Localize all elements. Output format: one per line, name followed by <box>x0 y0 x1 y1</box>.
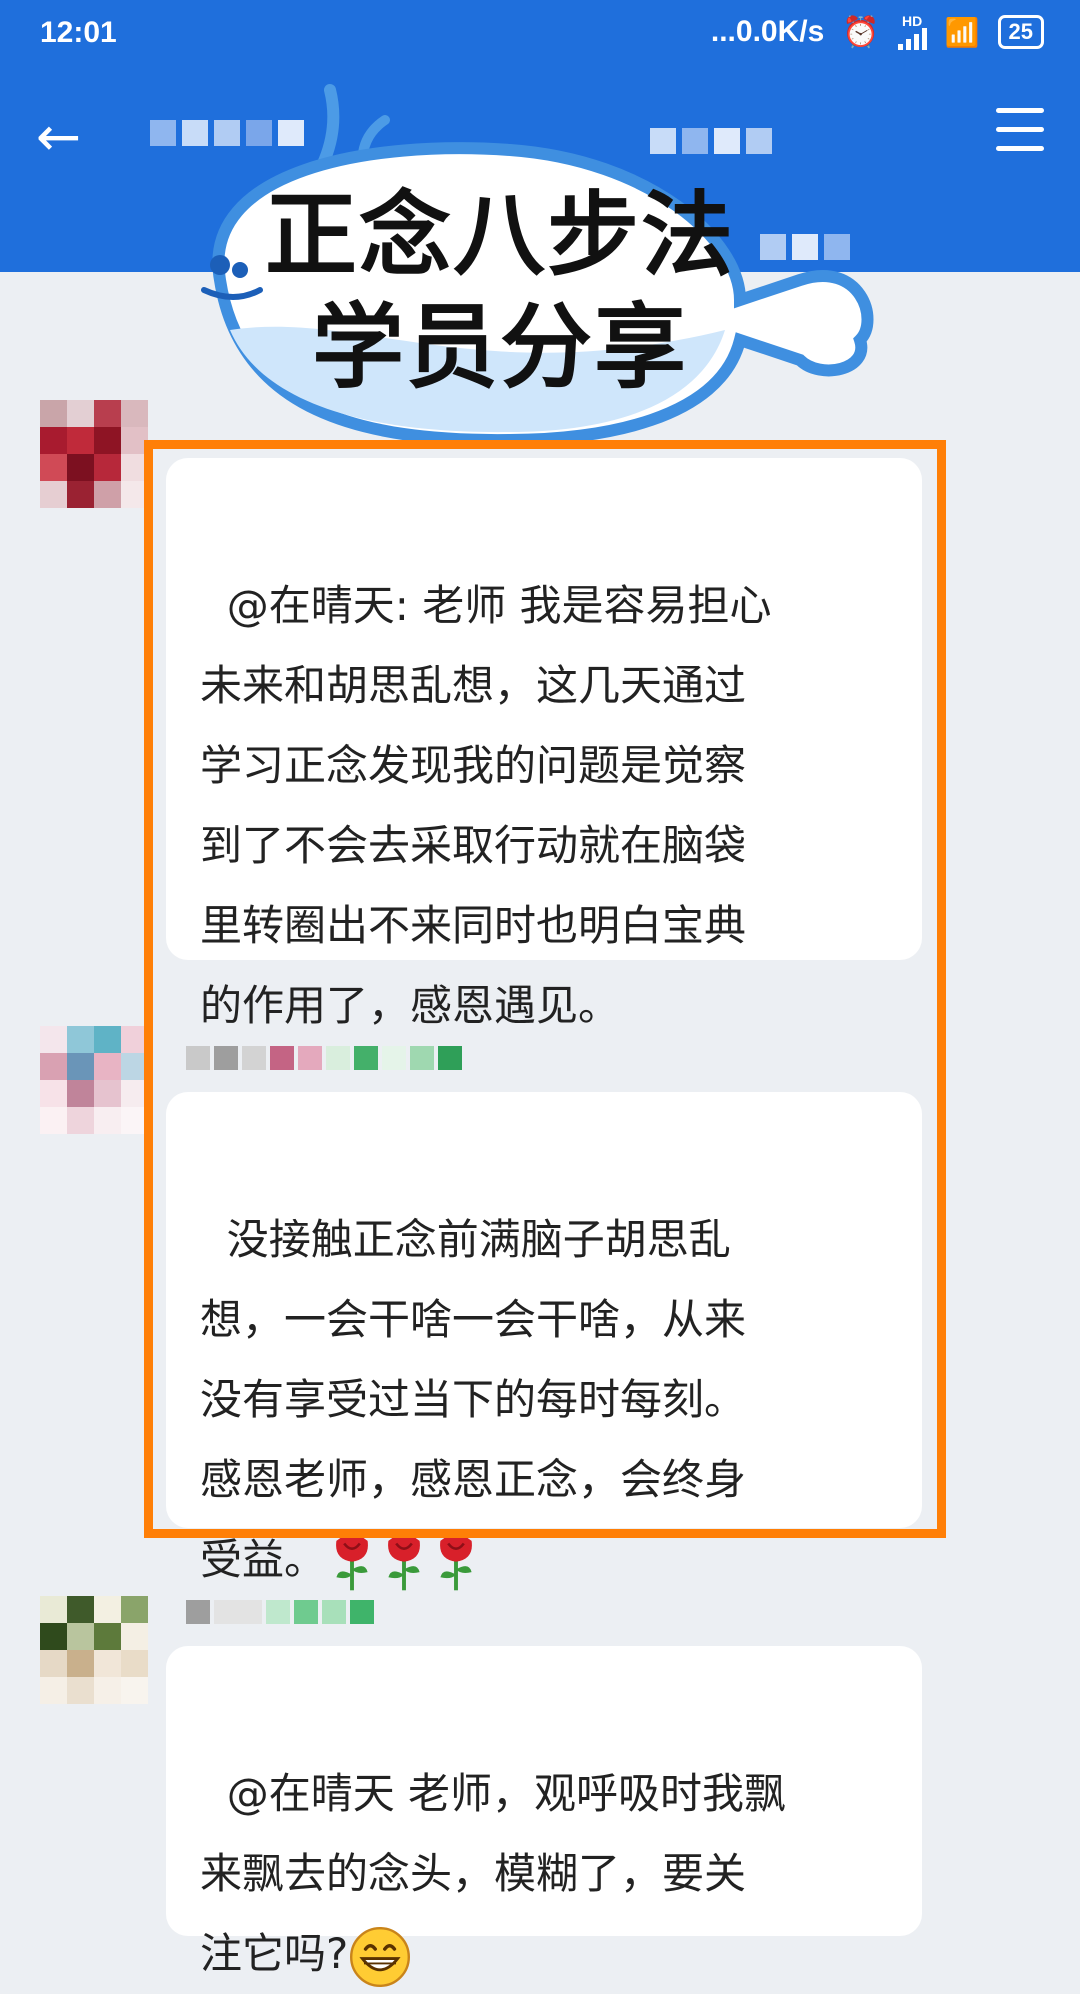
battery-icon: 25 <box>997 15 1044 49</box>
rose-icon <box>440 1533 472 1590</box>
network-speed: ...0.0K/s <box>710 15 825 48</box>
message-text: 没接触正念前满脑子胡思乱 想，一会干啥一会干啥，从来 没有享受过当下的每时每刻。… <box>200 1215 747 1584</box>
blurred-sender-name <box>186 1600 374 1624</box>
message-text: @在晴天 老师，观呼吸时我飘 来飘去的念头，模糊了，要关 注它吗? <box>200 1769 787 1978</box>
alarm-icon: ⏰ <box>842 15 880 49</box>
wifi-icon: 📶 <box>944 16 980 48</box>
badge-line-1: 正念八步法 <box>264 182 735 289</box>
avatar[interactable] <box>40 1026 148 1134</box>
status-time: 12:01 <box>40 16 117 49</box>
avatar[interactable] <box>40 400 148 508</box>
status-icons: ...0.0K/s ⏰ HD 📶 25 <box>711 14 1044 50</box>
message-bubble-3[interactable]: @在晴天 老师，观呼吸时我飘 来飘去的念头，模糊了，要关 注它吗? <box>166 1646 922 1987</box>
battery-level: 25 <box>1008 19 1033 44</box>
hamburger-menu-icon[interactable] <box>996 108 1044 152</box>
status-bar: 12:01 ...0.0K/s ⏰ HD 📶 25 <box>0 0 1080 72</box>
message-bubble-2[interactable]: 没接触正念前满脑子胡思乱 想，一会干啥一会干啥，从来 没有享受过当下的每时每刻。… <box>166 1092 922 1590</box>
badge-line-2: 学员分享 <box>311 294 688 401</box>
badge-title: 正念八步法 学员分享 <box>220 180 780 404</box>
blurred-sender-name <box>186 1046 462 1070</box>
avatar[interactable] <box>40 1596 148 1704</box>
rose-icon <box>388 1533 420 1590</box>
back-arrow-icon[interactable]: ← <box>36 110 81 164</box>
message-bubble-1[interactable]: @在晴天: 老师 我是容易担心 未来和胡思乱想，这几天通过 学习正念发现我的问题… <box>166 458 922 1030</box>
message-text: @在晴天: 老师 我是容易担心 未来和胡思乱想，这几天通过 学习正念发现我的问题… <box>200 581 772 1030</box>
signal-icon: HD <box>897 13 927 50</box>
signal-label: HD <box>902 13 923 29</box>
rose-icon <box>336 1533 368 1590</box>
grinning-face-icon <box>350 1926 411 1987</box>
